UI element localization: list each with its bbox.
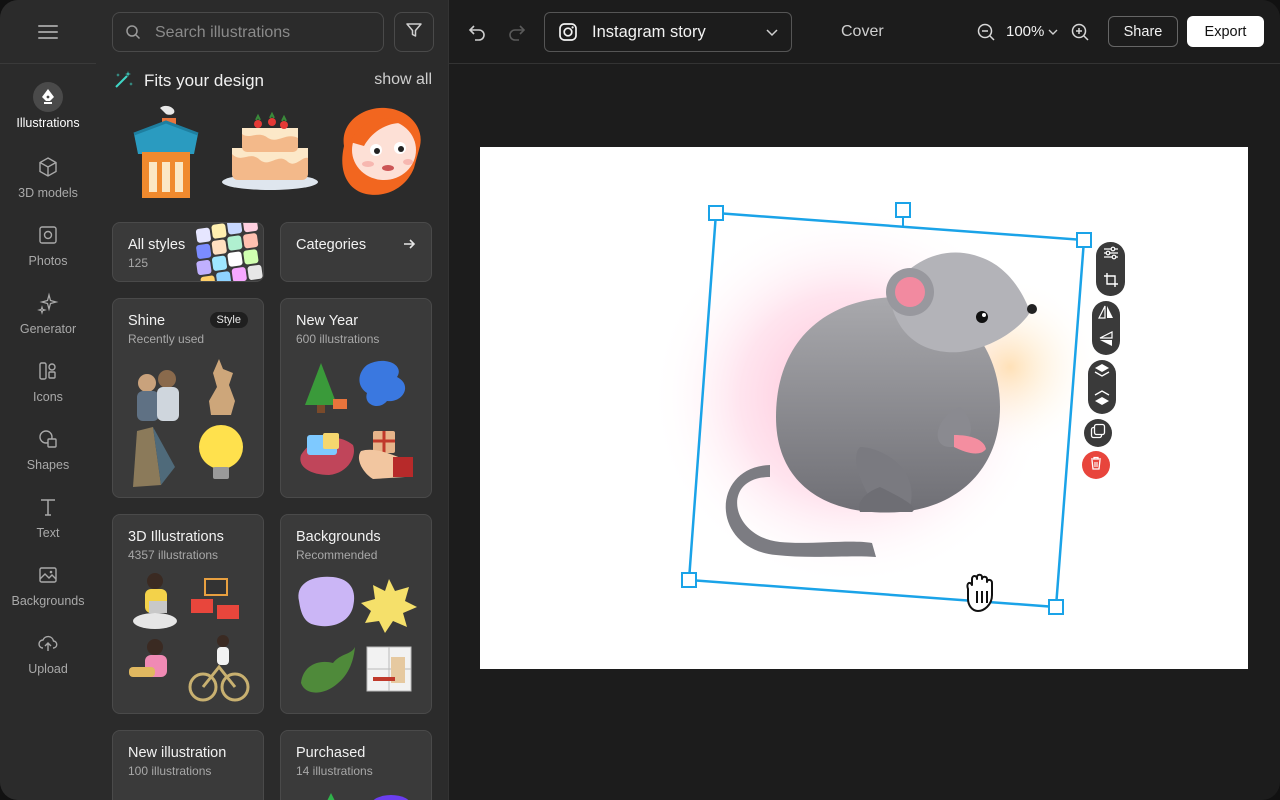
resize-handle-top-left[interactable] xyxy=(708,205,724,221)
rotate-handle[interactable] xyxy=(895,202,911,218)
trash-icon xyxy=(1089,456,1103,475)
flip-group xyxy=(1092,301,1120,355)
adjust-crop-group xyxy=(1096,242,1125,296)
flip-vertical-icon[interactable] xyxy=(1098,331,1114,352)
grab-cursor-icon xyxy=(966,573,993,612)
resize-handle-bottom-left[interactable] xyxy=(681,572,697,588)
resize-handle-top-right[interactable] xyxy=(1076,232,1092,248)
crop-icon[interactable] xyxy=(1103,272,1119,293)
app-window: Illustrations 3D models Photos Generator… xyxy=(0,0,1280,800)
bring-forward-icon[interactable] xyxy=(1094,363,1110,384)
layer-order-group xyxy=(1088,360,1116,414)
duplicate-button[interactable] xyxy=(1084,419,1112,447)
send-backward-icon[interactable] xyxy=(1094,390,1110,411)
resize-handle-bottom-right[interactable] xyxy=(1048,599,1064,615)
duplicate-icon xyxy=(1090,423,1106,444)
flip-horizontal-icon[interactable] xyxy=(1098,304,1114,325)
adjustments-icon[interactable] xyxy=(1103,245,1119,266)
delete-button[interactable] xyxy=(1082,451,1110,479)
